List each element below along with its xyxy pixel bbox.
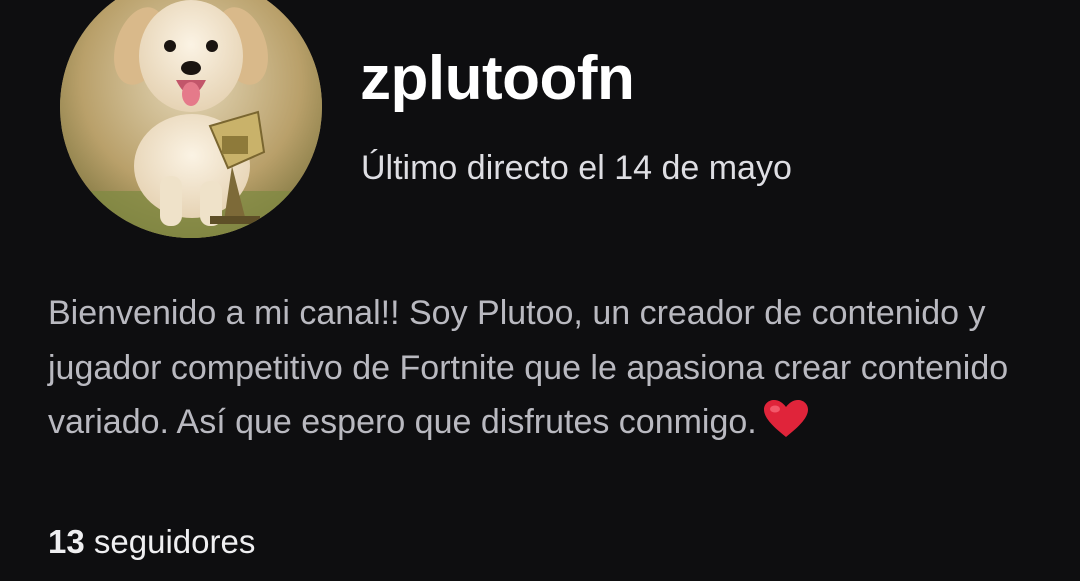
- bio-text: Bienvenido a mi canal!! Soy Plutoo, un c…: [48, 294, 1009, 441]
- channel-name[interactable]: zplutoofn: [360, 48, 635, 110]
- last-live-status: Último directo el 14 de mayo: [361, 149, 792, 187]
- channel-bio: Bienvenido a mi canal!! Soy Plutoo, un c…: [48, 286, 1048, 456]
- followers-number: 13: [48, 523, 85, 560]
- heart-icon: [763, 399, 809, 456]
- followers-label: seguidores: [93, 523, 256, 560]
- puppy-avatar-image: [60, 0, 322, 238]
- channel-avatar[interactable]: [60, 0, 322, 238]
- followers-count[interactable]: 13 seguidores: [48, 522, 255, 562]
